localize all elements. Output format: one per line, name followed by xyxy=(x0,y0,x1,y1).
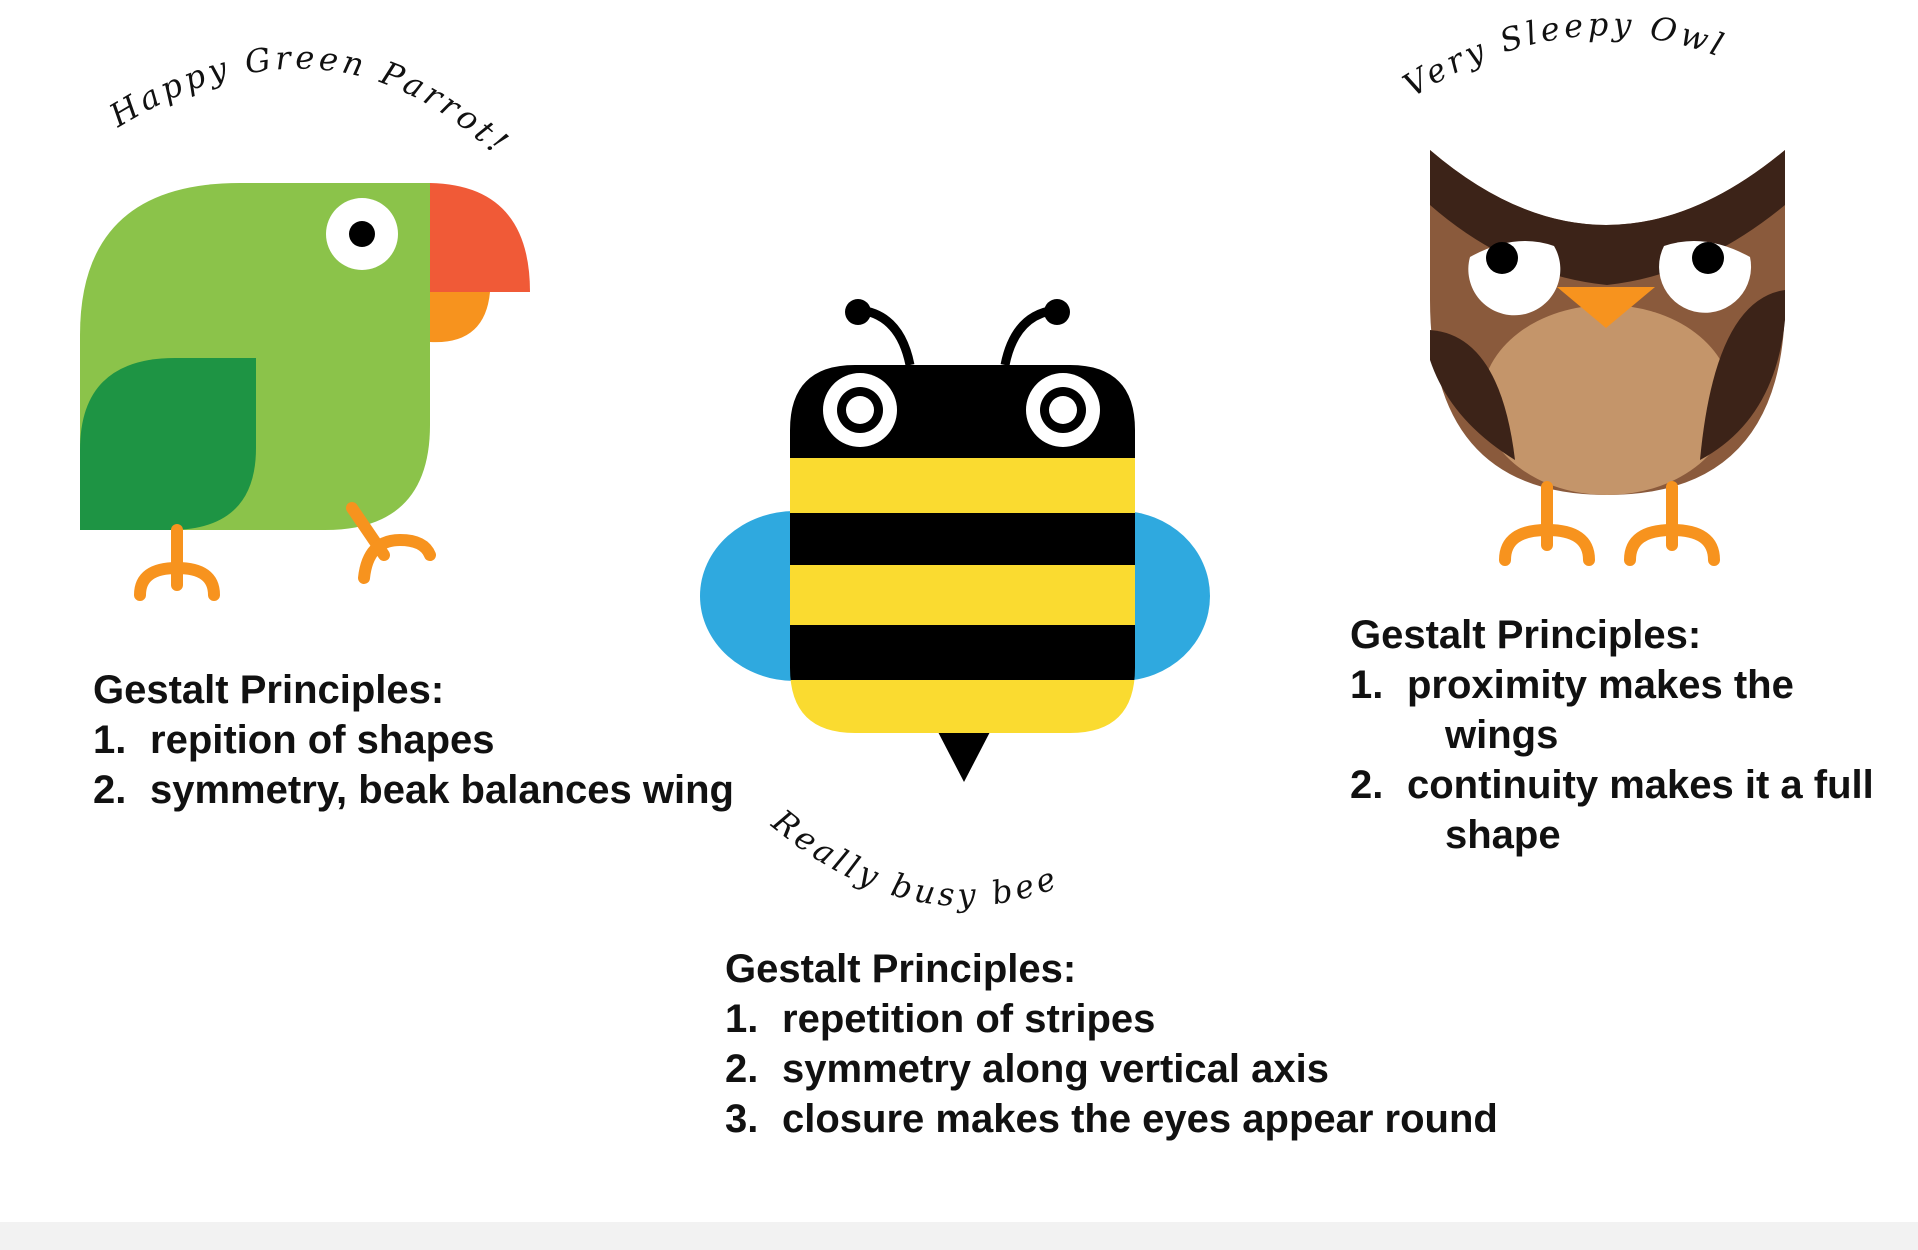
bee-notes: Gestalt Principles: 1. repetition of stri… xyxy=(725,944,1498,1144)
owl-principle-2: 2. continuity makes it a full shape xyxy=(1350,760,1918,860)
owl-principle-1: 1. proximity makes the wings xyxy=(1350,660,1918,760)
bee-principle-2-text: symmetry along vertical axis xyxy=(782,1047,1329,1091)
parrot-pupil xyxy=(349,221,375,247)
bee-principle-1-text: repetition of stripes xyxy=(782,997,1156,1041)
owl-notes: Gestalt Principles: 1. proximity makes th… xyxy=(1350,610,1918,860)
parrot-right-foot xyxy=(346,502,436,584)
owl-illustration: Very Sleepy Owl xyxy=(1396,5,1785,566)
owl-principle-2-text: continuity makes it a full shape xyxy=(1407,763,1874,857)
bee-stinger xyxy=(937,730,991,782)
owl-right-foot xyxy=(1624,481,1720,566)
owl-left-foot xyxy=(1499,481,1595,566)
parrot-left-foot xyxy=(134,524,220,601)
parrot-notes: Gestalt Principles: 1. repition of shapes… xyxy=(93,665,734,815)
bee-stripe-light-2 xyxy=(790,565,1135,625)
parrot-wing xyxy=(80,358,256,530)
bee-principle-3-text: closure makes the eyes appear round xyxy=(782,1097,1498,1141)
owl-principle-1-number: 1. xyxy=(1350,663,1384,707)
owl-right-pupil xyxy=(1692,242,1724,274)
owl-principle-1-text: proximity makes the wings xyxy=(1407,663,1794,757)
parrot-principle-2-number: 2. xyxy=(93,768,127,812)
parrot-beak-lower xyxy=(430,292,490,343)
parrot-principle-2-text: symmetry, beak balances wing xyxy=(150,768,734,812)
parrot-principle-1-number: 1. xyxy=(93,718,127,762)
parrot-principle-1-text: repition of shapes xyxy=(150,718,495,762)
bee-illustration: Really busy bee xyxy=(700,299,1210,914)
parrot-principle-1: 1. repition of shapes xyxy=(93,715,734,765)
owl-principle-2-number: 2. xyxy=(1350,763,1384,807)
bee-antennae xyxy=(859,305,1056,366)
bee-right-pupil xyxy=(1049,396,1077,424)
bee-principle-3-number: 3. xyxy=(725,1097,759,1141)
bee-antenna-tip-left xyxy=(845,299,871,325)
parrot-beak-upper xyxy=(430,183,530,292)
owl-notes-heading: Gestalt Principles: xyxy=(1350,613,1702,657)
bee-principle-2-number: 2. xyxy=(725,1047,759,1091)
parrot-notes-heading: Gestalt Principles: xyxy=(93,668,445,712)
owl-left-pupil xyxy=(1486,242,1518,274)
owl-belly xyxy=(1482,305,1732,495)
parrot-illustration: Happy Green Parrot! xyxy=(80,38,530,601)
bee-stripe-light-3 xyxy=(790,680,1135,733)
bee-principle-1-number: 1. xyxy=(725,997,759,1041)
parrot-caption: Happy Green Parrot! xyxy=(102,38,518,163)
bee-antenna-tip-right xyxy=(1044,299,1070,325)
parrot-principle-2: 2. symmetry, beak balances wing xyxy=(93,765,734,815)
bee-principle-3: 3. closure makes the eyes appear round xyxy=(725,1094,1498,1144)
bee-stripe-dark-2 xyxy=(790,513,1135,565)
parrot-principles-list: 1. repition of shapes 2. symmetry, beak ba… xyxy=(93,715,734,815)
bee-left-pupil xyxy=(846,396,874,424)
bee-caption: Really busy bee xyxy=(764,801,1064,914)
bee-principles-list: 1. repetition of stripes 2. symmetry along… xyxy=(725,994,1498,1144)
bee-stripe-dark-3 xyxy=(790,625,1135,680)
bee-principle-1: 1. repetition of stripes xyxy=(725,994,1498,1044)
owl-caption: Very Sleepy Owl xyxy=(1396,5,1732,105)
bee-stripe-light-1 xyxy=(790,458,1135,513)
bee-notes-heading: Gestalt Principles: xyxy=(725,947,1077,991)
bee-principle-2: 2. symmetry along vertical axis xyxy=(725,1044,1498,1094)
owl-principles-list: 1. proximity makes the wings 2. continuity… xyxy=(1350,660,1918,860)
